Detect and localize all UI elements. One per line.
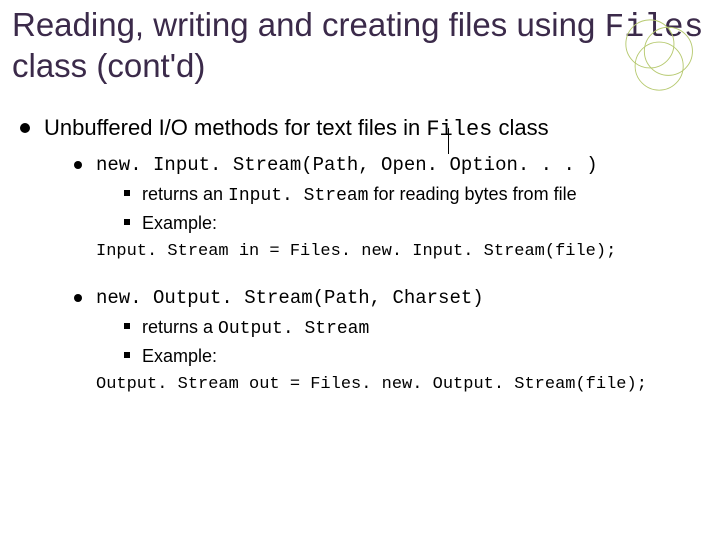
main-bullet-tail: class [492,115,548,140]
method2-details: returns a Output. Stream Example: [96,315,704,368]
method2-example-label: Example: [124,344,704,368]
method1-signature: new. Input. Stream(Path, Open. Option. .… [96,154,598,176]
method2-ret-code: Output. Stream [218,319,369,339]
corner-decoration [624,18,698,92]
sub-list-1: new. Input. Stream(Path, Open. Option. .… [44,153,704,235]
method1-ret-post: for reading bytes from file [368,184,576,204]
main-bullet-text: Unbuffered I/O methods for text files in [44,115,426,140]
method1-details: returns an Input. Stream for reading byt… [96,182,704,235]
body-list: Unbuffered I/O methods for text files in… [12,113,710,397]
title-text-2: class (cont'd) [12,47,205,84]
sub-list-2: new. Output. Stream(Path, Charset) retur… [44,286,704,368]
method2-returns: returns a Output. Stream [124,315,704,341]
slide-title: Reading, writing and creating files usin… [12,6,710,85]
title-text-1: Reading, writing and creating files usin… [12,6,605,43]
method1-code: Input. Stream in = Files. new. Input. St… [96,241,704,264]
method1-ret-pre: returns an [142,184,228,204]
main-bullet-code: Files [426,117,492,142]
method2-signature: new. Output. Stream(Path, Charset) [96,287,484,309]
method2-ret-pre: returns a [142,317,218,337]
main-bullet: Unbuffered I/O methods for text files in… [18,113,704,397]
slide: Reading, writing and creating files usin… [0,0,720,540]
method2-item: new. Output. Stream(Path, Charset) retur… [74,286,704,368]
method1-ret-code: Input. Stream [228,186,368,206]
method2-code: Output. Stream out = Files. new. Output.… [96,374,704,397]
method1-example-label: Example: [124,211,704,235]
method1-returns: returns an Input. Stream for reading byt… [124,182,704,208]
method1-item: new. Input. Stream(Path, Open. Option. .… [74,153,704,235]
